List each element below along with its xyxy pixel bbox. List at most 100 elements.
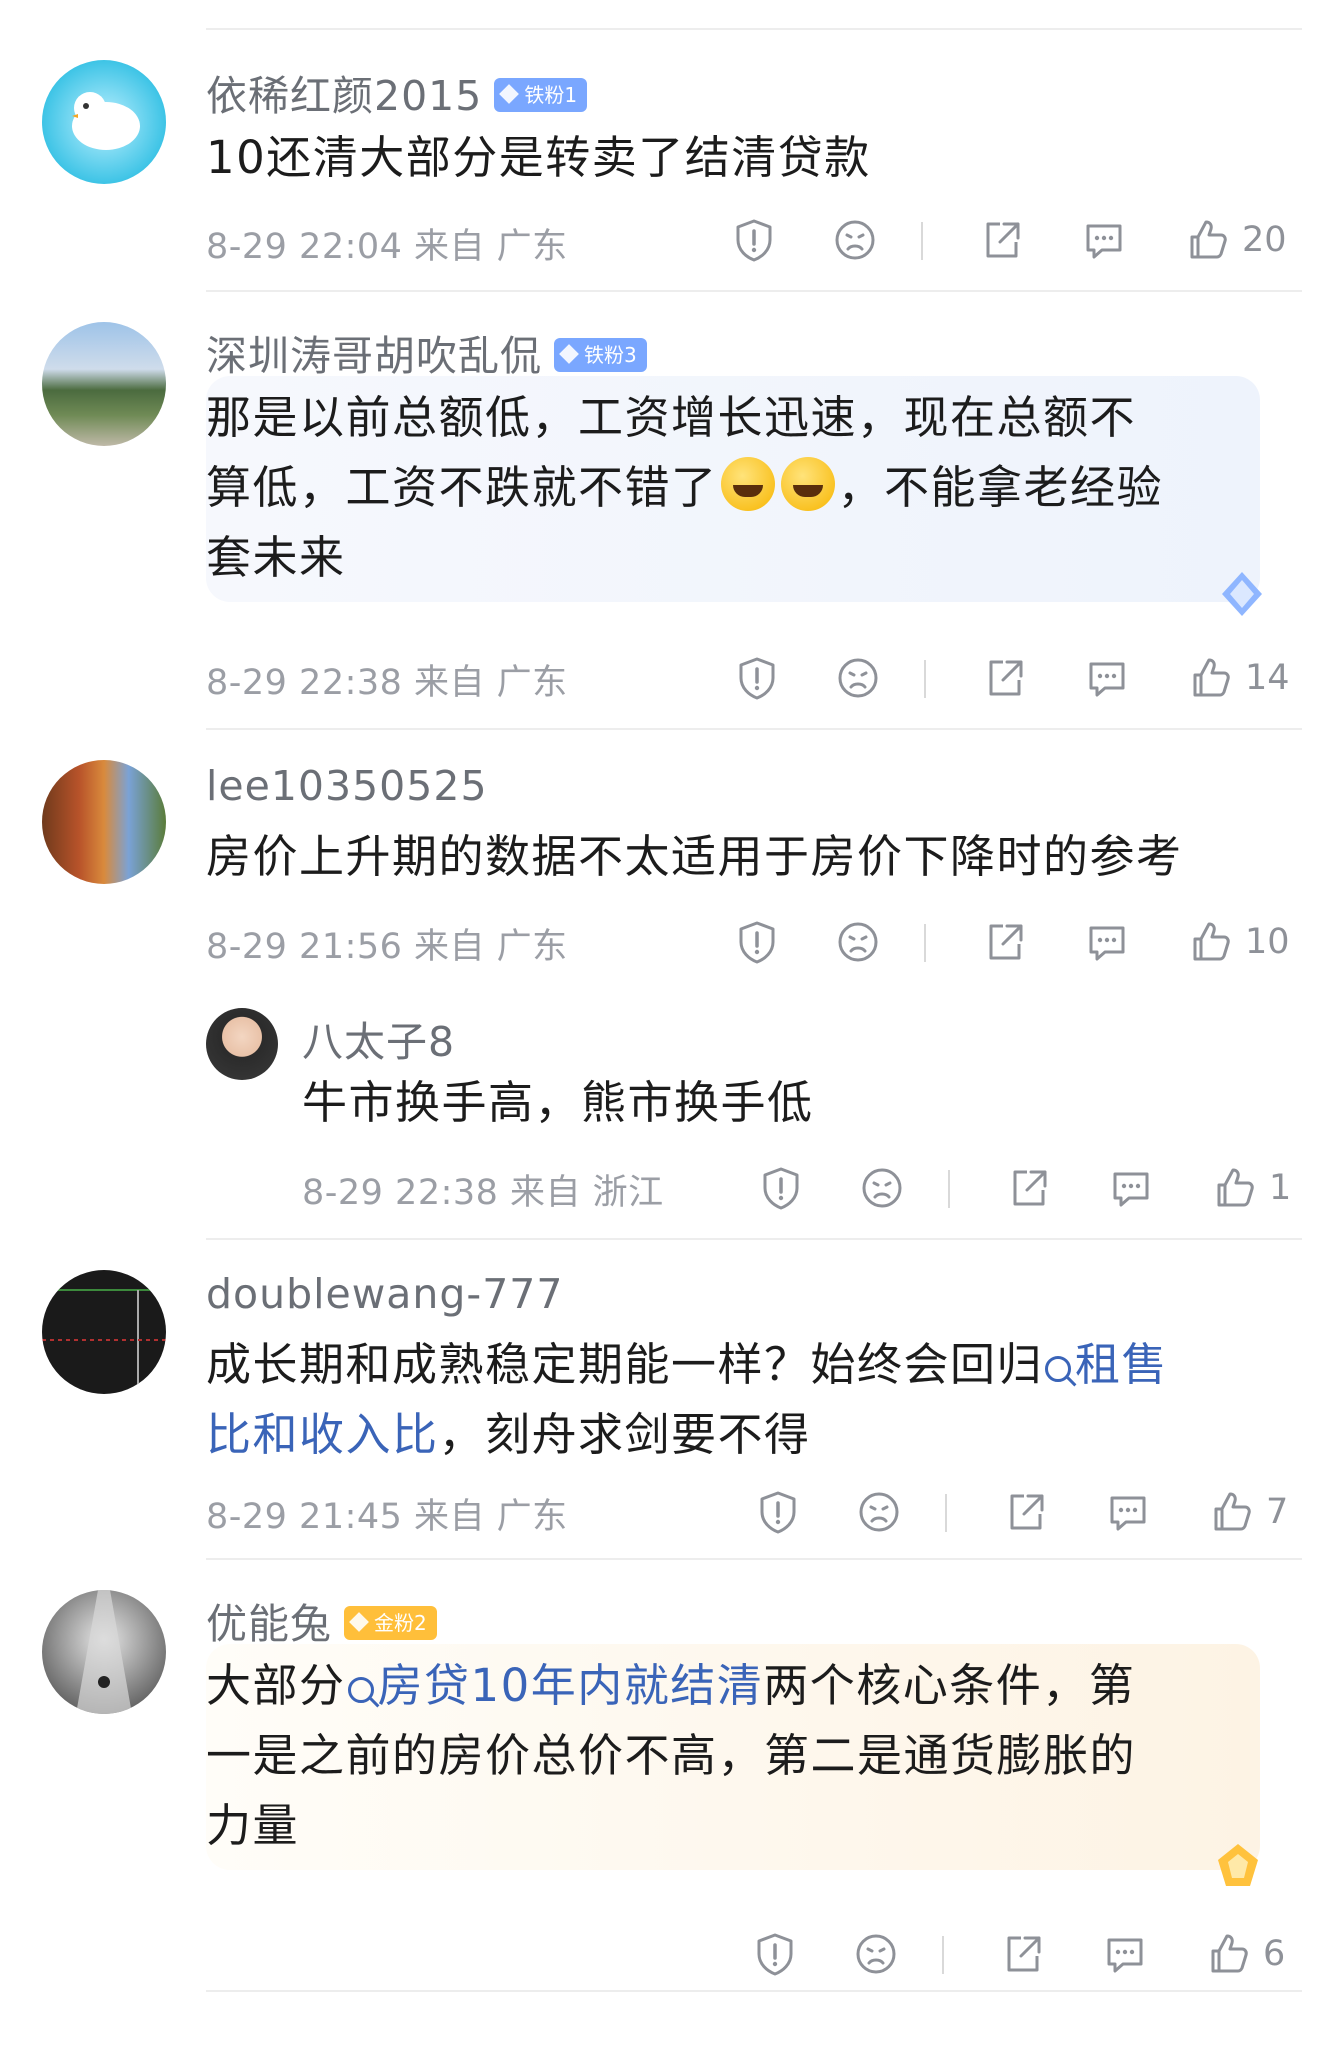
username[interactable]: 深圳涛哥胡吹乱侃 铁粉3 <box>206 322 647 382</box>
avatar[interactable] <box>42 1270 166 1394</box>
dislike-button[interactable] <box>834 918 882 966</box>
like-button[interactable] <box>1208 1488 1256 1536</box>
share-icon <box>989 660 1023 696</box>
comment-text: 大部分 房贷10年内就结清两个核心条件，第 一是之前的房价总价不高，第二是通货膨胀… <box>206 1651 1270 1861</box>
comment-meta: 8-29 21:56 来自 广东 <box>206 927 568 967</box>
dislike-face-icon <box>862 1168 902 1208</box>
reply-button[interactable] <box>1107 1164 1155 1212</box>
avatar[interactable] <box>42 60 166 184</box>
username[interactable]: 依稀红颜2015 铁粉1 <box>206 62 588 122</box>
search-link[interactable]: 房贷10年内就结清 <box>346 1659 764 1712</box>
username[interactable]: 优能兔 金粉2 <box>206 1590 437 1650</box>
report-button[interactable] <box>751 1930 799 1978</box>
badge-label: 金粉2 <box>374 1611 427 1635</box>
report-button[interactable] <box>730 216 778 264</box>
comment-text-line: 大部分 房贷10年内就结清两个核心条件，第 <box>206 1651 1270 1721</box>
action-separator <box>942 1936 944 1974</box>
fan-badge: 铁粉1 <box>494 78 588 112</box>
search-link-text[interactable]: 租售 <box>1075 1338 1168 1391</box>
comment-meta: 8-29 21:45 来自 广东 <box>206 1497 568 1537</box>
like-count: 14 <box>1245 658 1290 698</box>
share-button[interactable] <box>981 918 1029 966</box>
username[interactable]: lee10350525 <box>206 762 488 810</box>
comment-icon <box>1089 926 1125 961</box>
share-button[interactable] <box>1002 1488 1050 1536</box>
like-button[interactable] <box>1184 216 1232 264</box>
dislike-button[interactable] <box>855 1488 903 1536</box>
reply-button[interactable] <box>1083 654 1131 702</box>
search-link-text[interactable]: 比和收入比 <box>206 1408 439 1461</box>
share-icon <box>1007 1936 1041 1972</box>
report-button[interactable] <box>733 918 781 966</box>
report-button[interactable] <box>733 654 781 702</box>
report-icon <box>757 1933 793 1976</box>
comment-icon <box>1107 1938 1143 1973</box>
comment-text-segment: 两个核心条件，第 <box>763 1659 1136 1712</box>
username[interactable]: doublewang-777 <box>206 1270 563 1318</box>
dislike-button[interactable] <box>834 654 882 702</box>
share-button[interactable] <box>999 1930 1047 1978</box>
comment-text: 房价上升期的数据不太适用于房价下降时的参考 <box>206 830 1183 883</box>
reply-button[interactable] <box>1101 1930 1149 1978</box>
search-icon <box>347 1677 374 1703</box>
thumbs-up-icon <box>1193 658 1230 697</box>
dislike-button[interactable] <box>831 216 879 264</box>
like-button[interactable] <box>1205 1930 1253 1978</box>
search-link-text[interactable]: 房贷10年内就结清 <box>378 1659 764 1712</box>
comment-text-segment: 大部分 <box>206 1659 346 1712</box>
share-button[interactable] <box>981 654 1029 702</box>
report-icon <box>739 657 775 700</box>
divider <box>206 1990 1302 1992</box>
action-separator <box>948 1170 950 1208</box>
share-button[interactable] <box>978 216 1026 264</box>
dislike-face-icon <box>838 922 878 962</box>
like-count: 10 <box>1245 922 1290 962</box>
divider <box>206 1238 1302 1240</box>
search-link[interactable]: 租售 <box>1043 1338 1168 1391</box>
like-count: 20 <box>1242 220 1287 260</box>
avatar[interactable] <box>42 760 166 884</box>
fan-badge: 铁粉3 <box>554 338 647 372</box>
comment-text-segment: ，不能拿老经验 <box>837 461 1164 514</box>
thumbs-up-icon <box>1211 1934 1248 1973</box>
like-button[interactable] <box>1211 1164 1259 1212</box>
comment-meta: 8-29 22:38 来自 广东 <box>206 663 568 703</box>
reply-button[interactable] <box>1104 1488 1152 1536</box>
comment-text-segment: 成长期和成熟稳定期能一样？始终会回归 <box>206 1338 1044 1391</box>
report-icon <box>763 1167 799 1210</box>
thumbs-up-icon <box>1190 220 1227 259</box>
reply-text: 牛市换手高，熊市换手低 <box>302 1076 814 1129</box>
action-separator <box>921 222 923 260</box>
comment-icon <box>1113 1172 1149 1207</box>
dislike-button[interactable] <box>852 1930 900 1978</box>
share-button[interactable] <box>1005 1164 1053 1212</box>
share-icon <box>989 924 1023 960</box>
crying-laughing-emoji-icon <box>720 457 775 511</box>
reply-button[interactable] <box>1083 918 1131 966</box>
username-text[interactable]: 依稀红颜2015 <box>206 72 482 120</box>
laughing-emoji-icon <box>780 457 835 511</box>
report-icon <box>739 921 775 964</box>
divider <box>206 1558 1302 1560</box>
report-button[interactable] <box>757 1164 805 1212</box>
reply-button[interactable] <box>1080 216 1128 264</box>
comment-meta: 8-29 22:04 来自 广东 <box>206 227 568 267</box>
dislike-button[interactable] <box>858 1164 906 1212</box>
reply-meta: 8-29 22:38 来自 浙江 <box>302 1173 664 1213</box>
share-icon <box>1013 1170 1047 1206</box>
action-separator <box>924 924 926 962</box>
action-separator <box>924 660 926 698</box>
reply-username[interactable]: 八太子8 <box>302 1008 455 1068</box>
avatar[interactable] <box>42 322 166 446</box>
thumbs-up-icon <box>1217 1168 1254 1207</box>
like-button[interactable] <box>1187 654 1235 702</box>
share-icon <box>1010 1494 1044 1530</box>
like-button[interactable] <box>1187 918 1235 966</box>
username-text[interactable]: 优能兔 <box>206 1600 332 1648</box>
avatar[interactable] <box>42 1590 166 1714</box>
username-text[interactable]: 深圳涛哥胡吹乱侃 <box>206 332 542 380</box>
share-icon <box>986 222 1020 258</box>
report-button[interactable] <box>754 1488 802 1536</box>
reply-avatar[interactable] <box>206 1008 278 1080</box>
comment-text: 那是以前总额低，工资增长迅速，现在总额不 算低，工资不跌就不错了 ，不能拿老经验 … <box>206 383 1270 593</box>
